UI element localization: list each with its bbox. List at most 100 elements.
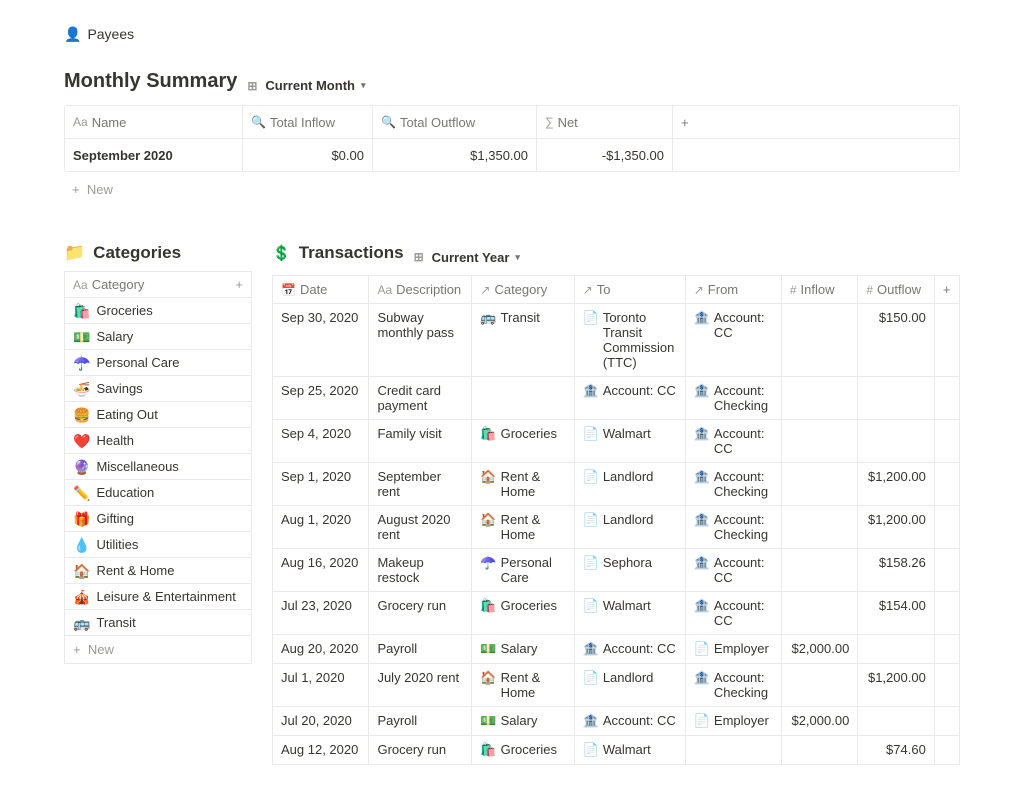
transaction-row[interactable]: Sep 1, 2020September rent🏠Rent & Home📄La… [273,463,960,506]
categories-column-header[interactable]: AaCategory + [64,271,252,298]
categories-new-row[interactable]: + New [64,636,252,664]
cell-category[interactable]: 🛍️Groceries [472,592,574,635]
summary-col-inflow[interactable]: 🔍Total Inflow [243,106,373,138]
trans-add-column[interactable]: + [934,276,959,304]
cell-inflow: $2,000.00 [781,635,858,664]
category-row[interactable]: 🛍️Groceries [64,298,252,324]
cell-description: Payroll [369,635,472,664]
cell-category[interactable]: 🏠Rent & Home [472,664,574,707]
cell-from[interactable]: 🏦Account: CC [685,420,781,463]
trans-col-date[interactable]: 📅Date [273,276,369,304]
cell-from[interactable]: 🏦Account: CC [685,592,781,635]
transaction-row[interactable]: Sep 4, 2020Family visit🛍️Groceries📄Walma… [273,420,960,463]
summary-row[interactable]: September 2020 $0.00 $1,350.00 -$1,350.0… [65,138,959,171]
category-label: Rent & Home [96,563,174,578]
cell-to[interactable]: 🏦Account: CC [574,707,685,736]
cell-category[interactable]: 🏠Rent & Home [472,506,574,549]
category-label: Health [96,433,134,448]
category-icon: 🎁 [73,512,90,526]
cell-category[interactable]: 💵Salary [472,635,574,664]
transaction-row[interactable]: Jul 1, 2020July 2020 rent🏠Rent & Home📄La… [273,664,960,707]
summary-col-outflow[interactable]: 🔍Total Outflow [373,106,537,138]
trans-col-inflow[interactable]: #Inflow [781,276,858,304]
cell-to[interactable]: 📄Walmart [574,736,685,765]
trans-col-from[interactable]: ↗From [685,276,781,304]
cell-from[interactable]: 🏦Account: Checking [685,664,781,707]
cell-to[interactable]: 🏦Account: CC [574,635,685,664]
cell-to[interactable]: 📄Landlord [574,664,685,707]
cell-to[interactable]: 📄Walmart [574,420,685,463]
category-row[interactable]: 🚌Transit [64,610,252,636]
trans-col-description[interactable]: AaDescription [369,276,472,304]
cell-category[interactable]: 🛍️Groceries [472,420,574,463]
summary-view-label: Current Month [265,78,355,93]
transaction-row[interactable]: Aug 1, 2020August 2020 rent🏠Rent & Home📄… [273,506,960,549]
text-type-icon: Aa [377,283,392,297]
category-row[interactable]: 🔮Miscellaneous [64,454,252,480]
transactions-view-selector[interactable]: ⊞ Current Year ▾ [414,250,520,265]
summary-view-selector[interactable]: ⊞ Current Month ▾ [247,78,365,93]
transaction-row[interactable]: Jul 23, 2020Grocery run🛍️Groceries📄Walma… [273,592,960,635]
cell-category[interactable] [472,377,574,420]
transaction-row[interactable]: Sep 30, 2020Subway monthly pass🚌Transit📄… [273,304,960,377]
transaction-row[interactable]: Aug 16, 2020Makeup restock☂️Personal Car… [273,549,960,592]
page-icon: 💵 [480,713,496,729]
summary-new-row[interactable]: + New [64,176,960,203]
cell-to[interactable]: 🏦Account: CC [574,377,685,420]
category-row[interactable]: 🎁Gifting [64,506,252,532]
category-row[interactable]: 🍔Eating Out [64,402,252,428]
cell-from[interactable] [685,736,781,765]
page-icon: 🏠 [480,469,496,485]
cell-category[interactable]: 🚌Transit [472,304,574,377]
cell-from[interactable]: 📄Employer [685,707,781,736]
cell-to[interactable]: 📄Landlord [574,463,685,506]
cell-from[interactable]: 🏦Account: CC [685,549,781,592]
summary-add-column[interactable]: + [673,106,959,138]
summary-col-name[interactable]: AaName [65,106,243,138]
category-row[interactable]: 🏠Rent & Home [64,558,252,584]
category-row[interactable]: 💵Salary [64,324,252,350]
cell-from[interactable]: 🏦Account: Checking [685,506,781,549]
category-label: Education [96,485,154,500]
categories-add-column[interactable]: + [235,277,243,292]
cell-description: September rent [369,463,472,506]
page-link-payees[interactable]: 👤 Payees [64,24,134,44]
transaction-row[interactable]: Jul 20, 2020Payroll💵Salary🏦Account: CC📄E… [273,707,960,736]
summary-table: AaName 🔍Total Inflow 🔍Total Outflow ∑Net… [64,105,960,172]
trans-col-category[interactable]: ↗Category [472,276,574,304]
cell-to[interactable]: 📄Toronto Transit Commission (TTC) [574,304,685,377]
summary-row-outflow: $1,350.00 [373,139,537,171]
cell-to[interactable]: 📄Walmart [574,592,685,635]
person-icon: 👤 [64,27,81,41]
cell-category[interactable]: 🛍️Groceries [472,736,574,765]
category-row[interactable]: ❤️Health [64,428,252,454]
category-row[interactable]: 💧Utilities [64,532,252,558]
cell-category[interactable]: ☂️Personal Care [472,549,574,592]
transaction-row[interactable]: Sep 25, 2020Credit card payment🏦Account:… [273,377,960,420]
cell-date: Jul 23, 2020 [273,592,369,635]
page-icon: 📄 [583,742,599,758]
cell-category[interactable]: 🏠Rent & Home [472,463,574,506]
cell-from[interactable]: 🏦Account: Checking [685,463,781,506]
cell-to[interactable]: 📄Sephora [574,549,685,592]
summary-col-net[interactable]: ∑Net [537,106,673,138]
table-icon: ⊞ [414,250,424,264]
cell-from[interactable]: 📄Employer [685,635,781,664]
transaction-row[interactable]: Aug 12, 2020Grocery run🛍️Groceries📄Walma… [273,736,960,765]
category-row[interactable]: 🎪Leisure & Entertainment [64,584,252,610]
cell-from[interactable]: 🏦Account: CC [685,304,781,377]
rollup-icon: 🔍 [251,115,266,129]
cell-to[interactable]: 📄Landlord [574,506,685,549]
plus-icon: + [943,282,951,297]
cell-inflow [781,549,858,592]
category-row[interactable]: 🍜Savings [64,376,252,402]
trans-col-outflow[interactable]: #Outflow [858,276,935,304]
transaction-row[interactable]: Aug 20, 2020Payroll💵Salary🏦Account: CC📄E… [273,635,960,664]
cell-from[interactable]: 🏦Account: Checking [685,377,781,420]
category-row[interactable]: ✏️Education [64,480,252,506]
trans-col-to[interactable]: ↗To [574,276,685,304]
date-icon: 📅 [281,283,296,297]
category-label: Transit [96,615,135,630]
category-row[interactable]: ☂️Personal Care [64,350,252,376]
cell-category[interactable]: 💵Salary [472,707,574,736]
